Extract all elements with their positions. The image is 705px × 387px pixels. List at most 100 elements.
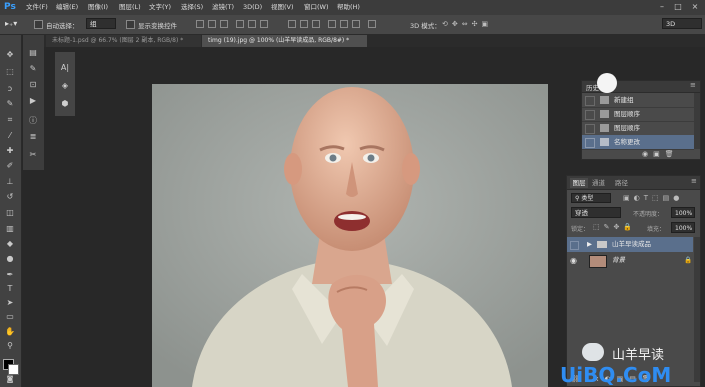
distribute-bottom-icon[interactable] [312, 20, 320, 28]
minimize-icon[interactable]: – [656, 2, 668, 12]
align-top-icon[interactable] [196, 20, 204, 28]
3d-panel-icon[interactable]: ◈ [59, 80, 71, 92]
photoshop-logo: Ps [4, 2, 16, 12]
layer-name: 山羊早读成品 [612, 240, 651, 248]
document-canvas[interactable] [152, 84, 548, 387]
menu-edit[interactable]: 编辑(E) [56, 2, 78, 13]
gradient-tool-icon[interactable]: ▥ [3, 223, 17, 235]
menu-type[interactable]: 文字(Y) [149, 2, 171, 13]
toolbox: ✥ ⬚ ↄ ✎ ⌗ ⁄ ✚ ✐ ⊥ ↺ ◫ ▥ ◆ ● ✒ T ➤ ▭ ✋ ⚲ … [0, 35, 22, 387]
move-tool-preset-icon[interactable]: ▸₊▾ [5, 19, 25, 29]
visibility-toggle[interactable] [570, 241, 579, 250]
dodge-tool-icon[interactable]: ● [3, 253, 17, 265]
align-hcenter-icon[interactable] [248, 20, 256, 28]
path-select-tool-icon[interactable]: ➤ [3, 297, 17, 309]
auto-align-icon[interactable] [368, 20, 376, 28]
align-bottom-icon[interactable] [220, 20, 228, 28]
blur-tool-icon[interactable]: ◆ [3, 238, 17, 250]
menu-help[interactable]: 帮助(H) [337, 2, 360, 13]
marquee-tool-icon[interactable]: ⬚ [3, 66, 17, 78]
layer-filter-icons[interactable]: ▣◐T⬚▤● [623, 193, 693, 203]
history-item-new-group[interactable]: 新建组 [582, 93, 694, 108]
distribute-hcenter-icon[interactable] [340, 20, 348, 28]
close-icon[interactable]: × [689, 2, 701, 12]
workspace-dropdown[interactable]: 3D [662, 18, 702, 29]
history-footer-icons[interactable]: ◉▣🗑 [642, 150, 697, 159]
move-tool-icon[interactable]: ✥ [3, 49, 17, 61]
history-brush-tool-icon[interactable]: ↺ [3, 191, 17, 203]
history-snapshot-box[interactable] [585, 96, 595, 106]
expand-arrow-icon[interactable]: ▶ [587, 237, 592, 252]
crop-tool-icon[interactable]: ⌗ [3, 114, 17, 126]
history-item-rename[interactable]: 名称更改 [582, 135, 694, 150]
clone-stamp-tool-icon[interactable]: ⊥ [3, 176, 17, 188]
character-panel-icon[interactable]: A| [59, 62, 71, 74]
brush-panel-icon[interactable]: ✎ [27, 63, 39, 75]
hand-tool-icon[interactable]: ✋ [3, 326, 17, 338]
watermark-chinese: 山羊早读 [612, 348, 665, 363]
lock-icons[interactable]: ⬚✎✥🔒 [593, 222, 643, 232]
menu-window[interactable]: 窗口(W) [304, 2, 329, 13]
layer-row-background[interactable]: ◉ 背景 🔒 [567, 253, 693, 268]
history-item-layer-order-2[interactable]: 图层顺序 [582, 121, 694, 136]
align-vcenter-icon[interactable] [208, 20, 216, 28]
show-transform-checkbox[interactable] [126, 20, 135, 29]
info-panel-icon[interactable]: ⓘ [27, 115, 39, 127]
menu-image[interactable]: 图像(I) [88, 2, 108, 13]
history-item-layer-order-1[interactable]: 图层顺序 [582, 107, 694, 122]
zoom-tool-icon[interactable]: ⚲ [3, 340, 17, 352]
align-left-icon[interactable] [236, 20, 244, 28]
layers-panel-menu-icon[interactable]: ≡ [691, 177, 697, 185]
properties-panel-icon[interactable]: ≣ [27, 131, 39, 143]
fill-input[interactable]: 100% [671, 222, 695, 233]
opacity-input[interactable]: 100% [671, 207, 695, 218]
eraser-tool-icon[interactable]: ◫ [3, 207, 17, 219]
distribute-vcenter-icon[interactable] [300, 20, 308, 28]
tab-untitled[interactable]: 未标题-1.psd @ 66.7% (图层 2 副本, RGB/8) * [46, 35, 201, 47]
quick-select-tool-icon[interactable]: ✎ [3, 98, 17, 110]
panel-menu-icon[interactable]: ≡ [690, 81, 696, 89]
history-state-icon [600, 138, 609, 146]
quick-mask-icon[interactable]: ◙ [3, 373, 17, 383]
type-tool-icon[interactable]: T [3, 283, 17, 295]
cube-icon[interactable]: ⬢ [59, 98, 71, 110]
tab-paths[interactable]: 路径 [615, 178, 628, 188]
shape-tool-icon[interactable]: ▭ [3, 311, 17, 323]
auto-select-dropdown[interactable]: 组 [86, 18, 116, 29]
menu-3d[interactable]: 3D(D) [243, 2, 262, 13]
brush-tool-icon[interactable]: ✐ [3, 160, 17, 172]
history-snapshot-box[interactable] [585, 110, 595, 120]
distribute-right-icon[interactable] [352, 20, 360, 28]
auto-select-checkbox[interactable] [34, 20, 43, 29]
lasso-tool-icon[interactable]: ↄ [3, 83, 17, 95]
menu-filter[interactable]: 滤镜(T) [212, 2, 234, 13]
healing-brush-tool-icon[interactable]: ✚ [3, 145, 17, 157]
maximize-icon[interactable]: □ [672, 2, 684, 12]
3d-mode-icons[interactable]: ⟲✥⇔✣▣ [442, 19, 542, 29]
distribute-left-icon[interactable] [328, 20, 336, 28]
menu-select[interactable]: 选择(S) [181, 2, 203, 13]
distribute-top-icon[interactable] [288, 20, 296, 28]
history-state-icon [600, 110, 609, 118]
blend-mode-dropdown[interactable]: 穿透 [571, 207, 621, 218]
layer-filter-dropdown[interactable]: ⚲ 类型 [571, 193, 611, 203]
tool-presets-icon[interactable]: ✂ [27, 149, 39, 161]
menu-file[interactable]: 文件(F) [26, 2, 48, 13]
eyedropper-tool-icon[interactable]: ⁄ [3, 130, 17, 142]
tab-layers[interactable]: 图层 [570, 178, 588, 188]
actions-panel-icon[interactable]: ▶ [27, 95, 39, 107]
align-right-icon[interactable] [260, 20, 268, 28]
history-scrollbar[interactable] [694, 93, 700, 149]
clone-source-icon[interactable]: ⊡ [27, 79, 39, 91]
history-snapshot-box[interactable] [585, 138, 595, 148]
layer-row-group[interactable]: ▶ 山羊早读成品 [567, 237, 693, 252]
tab-channels[interactable]: 通道 [592, 178, 605, 188]
pen-tool-icon[interactable]: ✒ [3, 269, 17, 281]
eye-icon[interactable]: ◉ [570, 253, 577, 268]
history-panel-icon[interactable]: ▤ [27, 47, 39, 59]
watermark: 山羊早读 UiBQ.CoM [560, 343, 705, 387]
menu-view[interactable]: 视图(V) [271, 2, 294, 13]
menu-layer[interactable]: 图层(L) [119, 2, 141, 13]
tab-timg[interactable]: timg (19).jpg @ 100% (山羊早读成品, RGB/8#) * [202, 35, 367, 47]
history-snapshot-box[interactable] [585, 124, 595, 134]
